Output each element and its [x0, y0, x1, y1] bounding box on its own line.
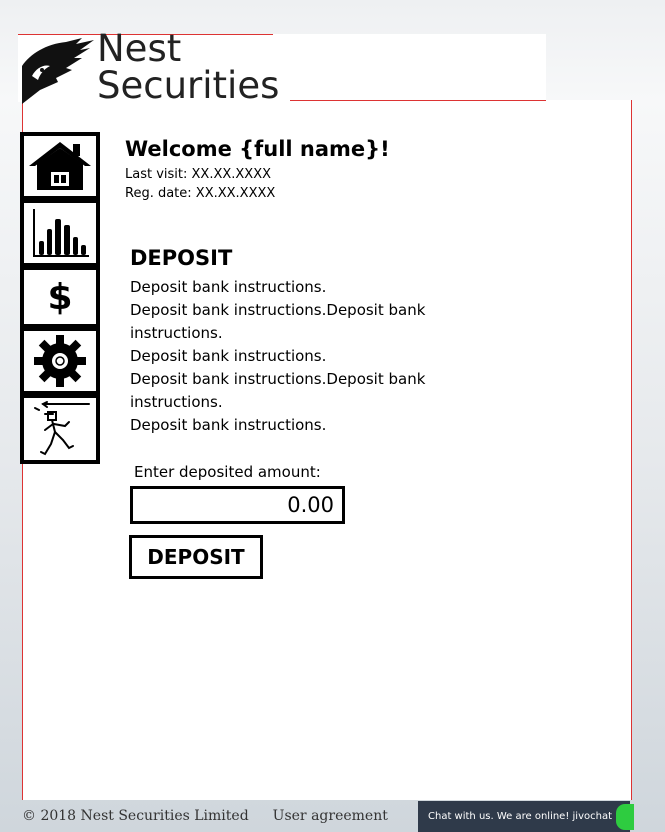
nav-settings-button[interactable]	[20, 327, 100, 395]
chat-widget[interactable]: Chat with us. We are online! jivochat	[418, 801, 634, 832]
main-panel	[22, 100, 632, 800]
house-icon	[29, 142, 91, 190]
user-agreement-link[interactable]: User agreement	[273, 808, 388, 824]
chat-brand: jivochat	[572, 811, 612, 822]
copyright-text: © 2018 Nest Securities Limited	[22, 808, 249, 824]
deposit-title: DEPOSIT	[130, 246, 233, 270]
amount-label: Enter deposited amount:	[134, 463, 321, 481]
reg-date-text: Reg. date: XX.XX.XXXX	[125, 186, 276, 201]
nav-deposit-button[interactable]: $	[20, 266, 100, 328]
last-visit-text: Last visit: XX.XX.XXXX	[125, 167, 272, 182]
nav-portfolio-button[interactable]	[20, 199, 100, 267]
amount-input[interactable]: 0.00	[130, 486, 345, 524]
nav-home-button[interactable]	[20, 132, 100, 200]
chat-text: Chat with us. We are online!	[428, 811, 570, 822]
brand-line-1: Nest	[97, 27, 182, 70]
instruction-line: Deposit bank instructions.Deposit bank i…	[130, 301, 426, 342]
dollar-icon: $	[47, 276, 73, 318]
header-bottom-line	[290, 100, 546, 101]
deposit-instructions: Deposit bank instructions. Deposit bank …	[130, 276, 460, 437]
bar-chart-icon	[33, 209, 89, 257]
exit-figure-icon	[34, 401, 90, 456]
logo-bird-icon	[22, 38, 94, 104]
deposit-button[interactable]: DEPOSIT	[129, 535, 263, 579]
instruction-line: Deposit bank instructions.	[130, 347, 327, 365]
gear-icon	[34, 335, 86, 387]
nav-logout-button[interactable]	[20, 394, 100, 464]
brand-line-2: Securities	[97, 64, 280, 107]
chat-status-indicator	[616, 804, 634, 830]
instruction-line: Deposit bank instructions.Deposit bank i…	[130, 370, 426, 411]
instruction-line: Deposit bank instructions.	[130, 416, 327, 434]
brand-logo[interactable]: Nest Securities	[97, 30, 279, 104]
sidebar-nav: $	[20, 132, 100, 464]
welcome-heading: Welcome {full name}!	[125, 137, 390, 161]
instruction-line: Deposit bank instructions.	[130, 278, 327, 296]
